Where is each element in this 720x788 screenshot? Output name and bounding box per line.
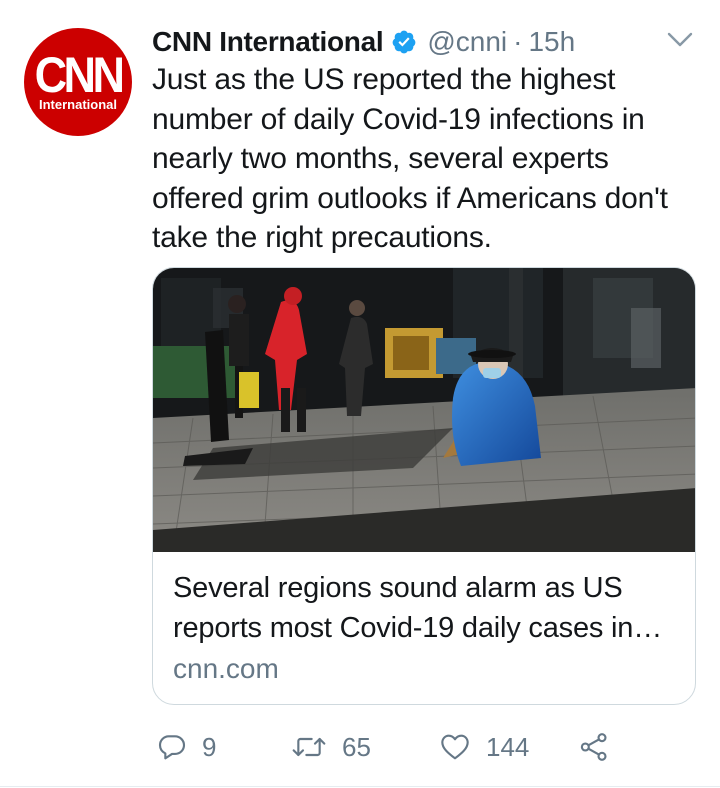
reply-button[interactable]: 9 <box>156 727 216 767</box>
tweet-header: CNN International @cnni · 15h <box>152 22 575 62</box>
card-title[interactable]: Several regions sound alarm as US report… <box>173 568 683 648</box>
more-options-chevron-down-icon[interactable] <box>666 30 694 50</box>
retweet-icon <box>292 737 326 757</box>
heart-icon <box>441 734 469 760</box>
card-domain[interactable]: cnn.com <box>173 653 279 685</box>
like-button[interactable]: 144 <box>438 727 529 767</box>
reply-count: 9 <box>202 731 217 762</box>
avatar[interactable]: CNN International <box>24 28 132 136</box>
retweet-count: 65 <box>342 731 371 762</box>
action-bar: 9 65 144 <box>156 727 626 767</box>
separator-dot: · <box>513 26 523 57</box>
display-name[interactable]: CNN International <box>152 26 384 58</box>
tweet-timestamp[interactable]: 15h <box>528 26 575 58</box>
verified-badge-icon <box>391 29 417 55</box>
retweet-button[interactable]: 65 <box>290 727 371 767</box>
like-count: 144 <box>486 731 530 762</box>
share-button[interactable] <box>578 727 610 767</box>
divider <box>0 786 720 787</box>
avatar-logo-subtext: International <box>38 97 117 112</box>
tweet-text: Just as the US reported the highest numb… <box>152 63 668 254</box>
card-image <box>153 268 695 552</box>
link-card[interactable]: Several regions sound alarm as US report… <box>152 267 696 705</box>
share-icon <box>580 733 607 761</box>
tweet[interactable]: CNN International CNN International @cnn… <box>0 0 720 788</box>
user-handle[interactable]: @cnni <box>427 26 507 58</box>
avatar-logo-text: CNN <box>34 47 125 103</box>
reply-icon <box>158 735 186 760</box>
